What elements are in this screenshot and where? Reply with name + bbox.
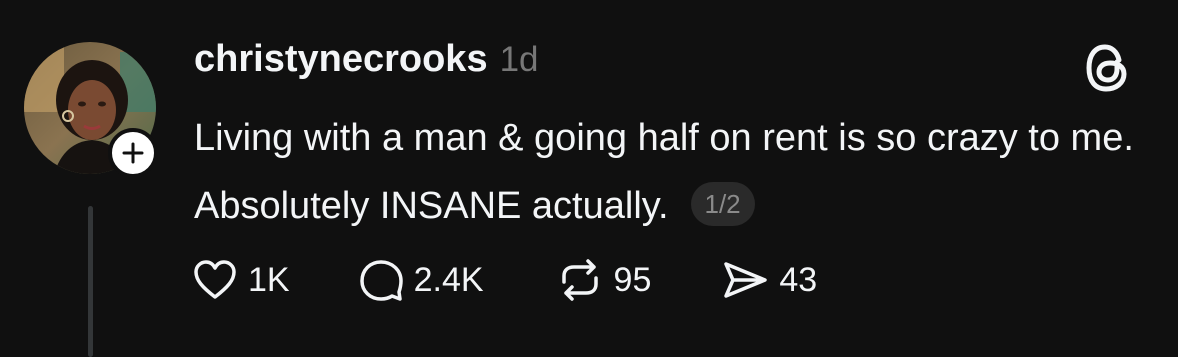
share-count: 43 bbox=[779, 260, 818, 299]
follow-button[interactable] bbox=[108, 128, 158, 178]
reply-button[interactable]: 2.4K bbox=[358, 258, 484, 302]
send-icon bbox=[724, 262, 768, 298]
like-button[interactable]: 1K bbox=[192, 259, 290, 301]
comment-icon bbox=[359, 260, 403, 301]
action-bar: 1K 2.4K 95 43 bbox=[192, 258, 817, 302]
post-text: Living with a man & going half on rent i… bbox=[194, 117, 1134, 227]
share-button[interactable]: 43 bbox=[721, 259, 817, 301]
heart-icon bbox=[194, 260, 236, 299]
repost-count: 95 bbox=[613, 260, 652, 299]
post-body: Living with a man & going half on rent i… bbox=[194, 104, 1134, 240]
username[interactable]: christynecrooks bbox=[194, 38, 488, 81]
repost-icon bbox=[561, 259, 598, 301]
thread-post: christynecrooks 1d Living with a man & g… bbox=[0, 0, 1178, 357]
post-header: christynecrooks 1d bbox=[194, 38, 539, 81]
page-indicator-badge: 1/2 bbox=[690, 181, 755, 226]
repost-button[interactable]: 95 bbox=[556, 258, 652, 302]
thread-line bbox=[88, 206, 93, 357]
threads-logo-icon bbox=[1084, 42, 1132, 94]
plus-icon bbox=[122, 142, 144, 164]
reply-count: 2.4K bbox=[413, 260, 484, 299]
post-time: 1d bbox=[499, 40, 539, 79]
like-count: 1K bbox=[248, 260, 290, 299]
